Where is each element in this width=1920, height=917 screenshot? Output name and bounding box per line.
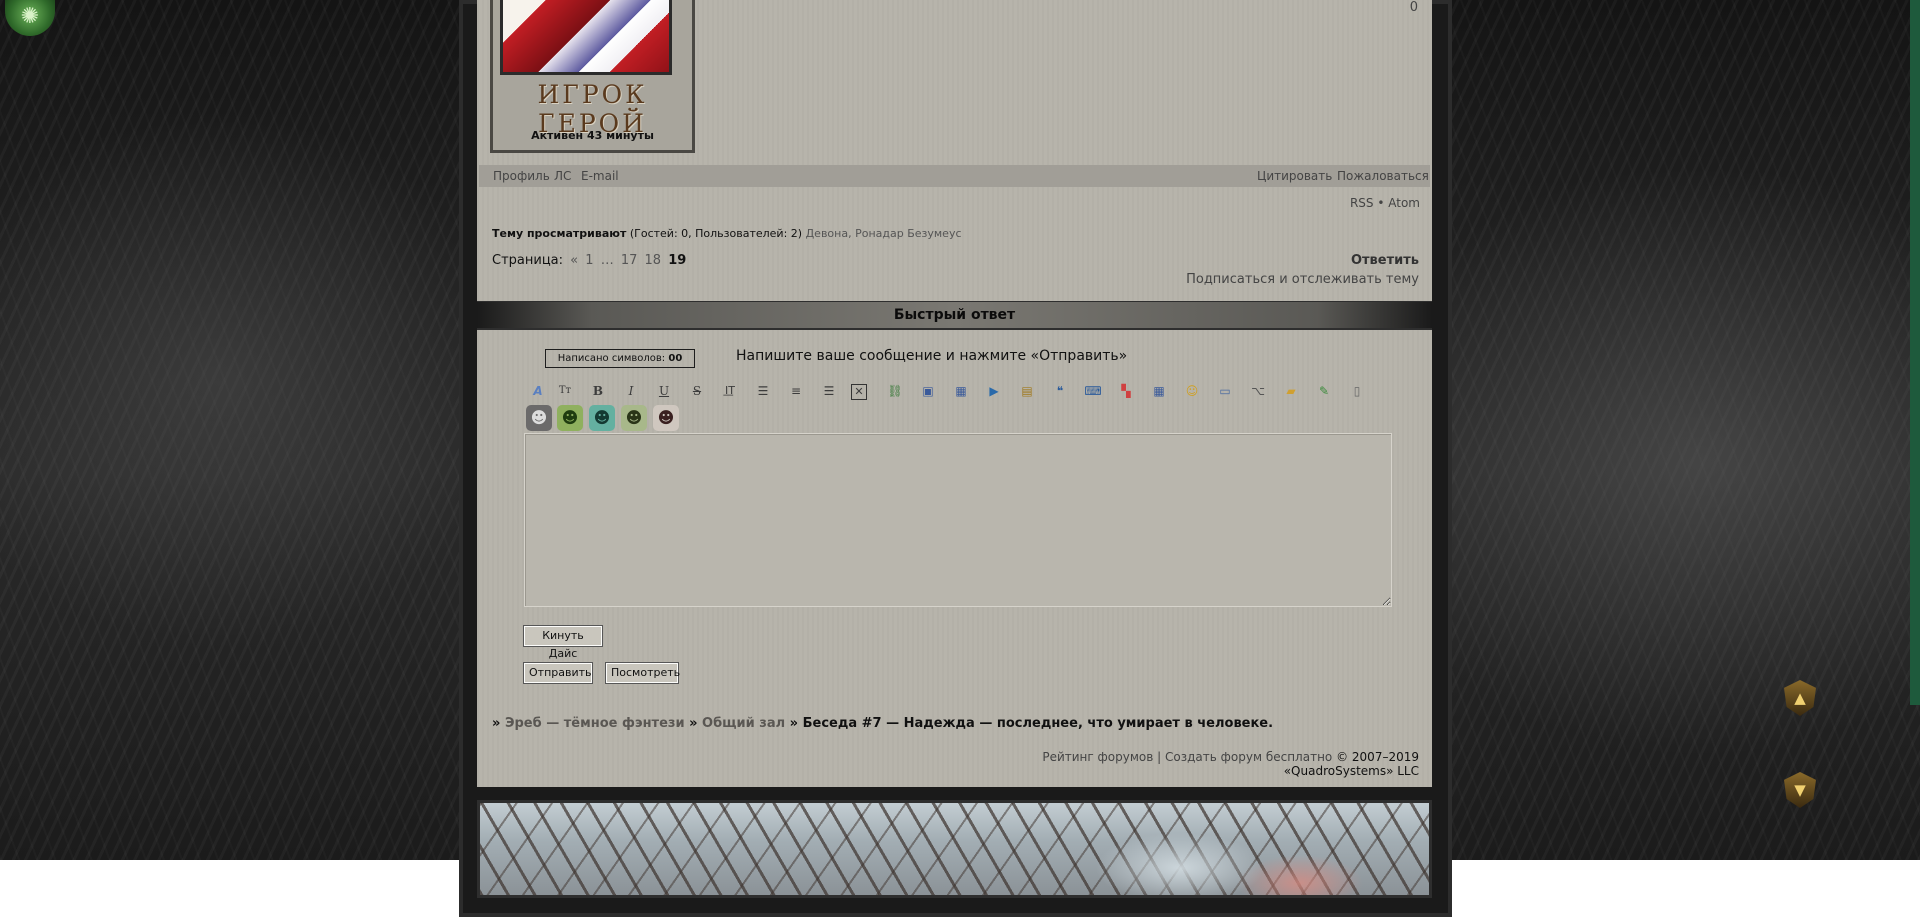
- roll-dice-button[interactable]: Кинуть Дайс: [524, 626, 602, 660]
- pagination-label: Страница:: [492, 253, 564, 268]
- frog-smiley-icon[interactable]: ☻: [621, 405, 647, 431]
- footer-banner-image: [477, 800, 1432, 898]
- character-smiley-icon[interactable]: ☻: [653, 405, 679, 431]
- breadcrumb-link[interactable]: Общий зал: [702, 716, 785, 731]
- align-center-icon[interactable]: ≡: [785, 380, 807, 402]
- quick-reply-header: Быстрый ответ: [477, 301, 1432, 330]
- breadcrumb: » Эреб — тёмное фэнтези » Общий зал » Бе…: [492, 716, 1273, 731]
- breadcrumb-separator: »: [789, 716, 799, 731]
- post-counter: 0: [1409, 0, 1418, 15]
- robot-smiley-icon[interactable]: ☻: [526, 405, 552, 431]
- page-link[interactable]: 1: [585, 253, 593, 268]
- editor-toolbar: A Tт B I U S I͟T ☰ ≡ ☰ ✕ ⛓ ▣ ▦ ▶ ▤ ❝ ⌨ ▚…: [527, 380, 1377, 404]
- post-links-bar: Профиль ЛС E-mail Цитировать Пожаловатьс…: [479, 165, 1430, 187]
- breadcrumb-separator: »: [689, 716, 698, 731]
- breadcrumb-current: Беседа #7 — Надежда — последнее, что уми…: [802, 716, 1274, 731]
- user-activity-status: Активен 43 минуты: [531, 129, 654, 142]
- spoiler-icon[interactable]: ▤: [1016, 380, 1038, 402]
- viewer-user-link[interactable]: Девона: [806, 227, 849, 240]
- topic-viewers: Тему просматривают (Гостей: 0, Пользоват…: [492, 227, 962, 240]
- strikethrough-icon[interactable]: S: [686, 380, 708, 402]
- green-creature-smiley-icon[interactable]: ☻: [557, 405, 583, 431]
- gallery-icon[interactable]: ▦: [950, 380, 972, 402]
- prev-page-link[interactable]: «: [570, 253, 578, 268]
- align-left-icon[interactable]: ☰: [752, 380, 774, 402]
- feed-separator: •: [1377, 196, 1385, 210]
- hidden-text-icon[interactable]: ▭: [1214, 380, 1236, 402]
- text-indent-icon[interactable]: I͟T: [719, 380, 741, 402]
- current-page: 19: [668, 253, 687, 268]
- footer-divider: |: [1157, 750, 1162, 764]
- atom-link[interactable]: Atom: [1388, 196, 1420, 210]
- remove-format-icon[interactable]: ✕: [851, 384, 867, 400]
- forum-rating-link[interactable]: Рейтинг форумов: [1042, 750, 1153, 764]
- blue-creature-smiley-icon[interactable]: ☻: [589, 405, 615, 431]
- profile-link[interactable]: Профиль: [493, 165, 550, 187]
- breadcrumb-link[interactable]: Эреб — тёмное фэнтези: [505, 716, 685, 731]
- char-counter-label: Написано символов:: [557, 353, 666, 364]
- italic-icon[interactable]: I: [620, 380, 642, 402]
- align-right-icon[interactable]: ☰: [818, 380, 840, 402]
- send-button[interactable]: Отправить: [524, 663, 592, 683]
- avatar[interactable]: [500, 0, 672, 75]
- breadcrumb-separator: »: [492, 716, 501, 731]
- char-counter: Написано символов: 00: [545, 349, 695, 368]
- table-icon[interactable]: ▦: [1148, 380, 1170, 402]
- page-ellipsis: …: [600, 253, 614, 268]
- reply-link[interactable]: Ответить: [1300, 253, 1419, 268]
- preview-button[interactable]: Посмотреть: [606, 663, 680, 683]
- clipboard-icon[interactable]: ▯: [1346, 380, 1368, 402]
- email-link[interactable]: E-mail: [581, 165, 619, 187]
- quote-icon[interactable]: ❝: [1049, 380, 1071, 402]
- rss-link[interactable]: RSS: [1350, 196, 1374, 210]
- author-avatar-panel: ИГРОК ГЕРОЙ Активен 43 минуты: [490, 0, 695, 153]
- dice-icon[interactable]: ⌥: [1247, 380, 1269, 402]
- editor-hint: Напишите ваше сообщение и нажмите «Отпра…: [736, 348, 1128, 364]
- link-icon[interactable]: ⛓: [884, 380, 906, 402]
- private-message-link[interactable]: ЛС: [554, 165, 571, 187]
- font-size-icon[interactable]: Tт: [554, 380, 576, 402]
- char-counter-value: 00: [668, 353, 683, 364]
- smiley-icon[interactable]: ☺: [1181, 380, 1203, 402]
- right-edge-strip: [1910, 0, 1920, 705]
- folder-icon[interactable]: ▰: [1280, 380, 1302, 402]
- underline-icon[interactable]: U: [653, 380, 675, 402]
- color-palette-icon[interactable]: ▚: [1115, 380, 1137, 402]
- bold-icon[interactable]: B: [587, 380, 609, 402]
- video-icon[interactable]: ▶: [983, 380, 1005, 402]
- page-link[interactable]: 17: [621, 253, 638, 268]
- image-icon[interactable]: ▣: [917, 380, 939, 402]
- subscribe-link[interactable]: Подписаться и отслеживать тему: [1150, 272, 1419, 287]
- report-link[interactable]: Пожаловаться: [1337, 165, 1429, 187]
- feed-links: RSS • Atom: [1320, 196, 1420, 210]
- font-color-icon[interactable]: A: [527, 380, 549, 402]
- code-icon[interactable]: ⌨: [1082, 380, 1104, 402]
- viewer-user-link[interactable]: Ронадар Безумеус: [855, 227, 961, 240]
- edit-icon[interactable]: ✎: [1313, 380, 1335, 402]
- create-forum-link[interactable]: Создать форум бесплатно: [1165, 750, 1332, 764]
- message-textarea[interactable]: [524, 433, 1392, 607]
- viewers-label: Тему просматривают: [492, 227, 627, 240]
- page-link[interactable]: 18: [645, 253, 662, 268]
- viewers-counts: (Гостей: 0, Пользователей: 2): [629, 227, 803, 240]
- footer-links: Рейтинг форумов | Создать форум бесплатн…: [930, 750, 1419, 778]
- quote-link[interactable]: Цитировать: [1257, 165, 1332, 187]
- pagination: Страница: « 1 … 17 18 19: [492, 253, 686, 268]
